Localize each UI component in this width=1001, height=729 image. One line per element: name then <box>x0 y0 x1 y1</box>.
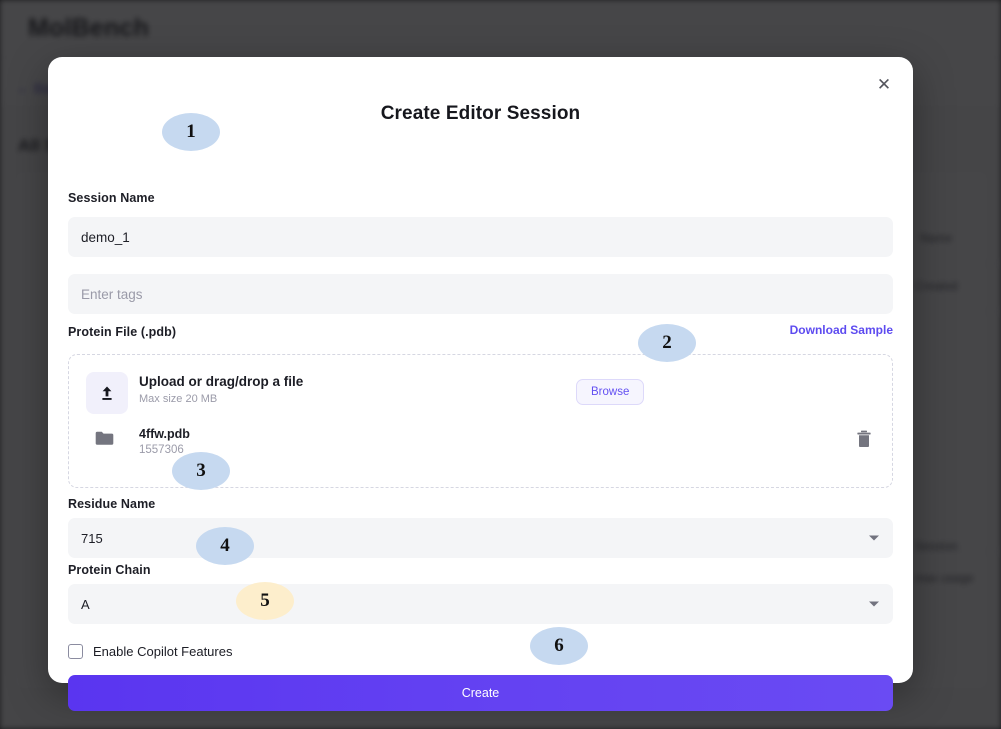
upload-subtitle: Max size 20 MB <box>139 393 218 405</box>
tags-input-wrap: Enter tags <box>68 274 893 314</box>
residue-name-label: Residue Name <box>68 497 156 511</box>
protein-chain-select-wrap: A <box>68 584 893 624</box>
create-button[interactable]: Create <box>68 675 893 711</box>
callout-badge-1: 1 <box>162 113 220 151</box>
enable-copilot-label: Enable Copilot Features <box>93 644 233 659</box>
callout-badge-2: 2 <box>638 324 696 362</box>
copilot-row-wrap: Enable Copilot Features <box>68 644 893 659</box>
session-name-input-wrap: demo_1 <box>68 217 893 257</box>
folder-icon <box>95 431 114 451</box>
upload-title: Upload or drag/drop a file <box>139 374 304 389</box>
chevron-down-icon <box>869 535 879 541</box>
callout-badge-4: 4 <box>196 527 254 565</box>
create-button-row: Create <box>68 675 893 711</box>
residue-name-select-wrap: 715 <box>68 518 893 558</box>
uploaded-file-name: 4ffw.pdb <box>139 427 190 441</box>
browse-button[interactable]: Browse <box>576 379 645 405</box>
protein-file-header: Protein File (.pdb) Download Sample <box>68 323 893 341</box>
download-sample-link[interactable]: Download Sample <box>790 323 893 337</box>
upload-icon <box>86 372 128 414</box>
callout-badge-6: 6 <box>530 627 588 665</box>
session-name-input[interactable]: demo_1 <box>68 217 893 257</box>
protein-chain-value: A <box>81 596 90 612</box>
protein-chain-select[interactable]: A <box>68 584 893 624</box>
protein-file-label: Protein File (.pdb) <box>68 325 177 339</box>
close-icon[interactable]: ✕ <box>871 71 897 97</box>
enable-copilot-checkbox[interactable] <box>68 644 83 659</box>
residue-name-label-wrap: Residue Name <box>68 497 893 511</box>
chevron-down-icon <box>869 601 879 607</box>
callout-badge-3: 3 <box>172 452 230 490</box>
tags-input[interactable]: Enter tags <box>68 274 893 314</box>
session-name-field-group: Session Name <box>68 191 893 205</box>
residue-name-value: 715 <box>81 530 103 546</box>
protein-chain-label: Protein Chain <box>68 563 151 577</box>
residue-name-select[interactable]: 715 <box>68 518 893 558</box>
protein-chain-label-wrap: Protein Chain <box>68 563 893 577</box>
trash-icon[interactable] <box>853 429 875 451</box>
uploaded-file-size: 1557306 <box>139 444 184 456</box>
create-editor-session-dialog: ✕ Create Editor Session Session Name dem… <box>48 57 913 711</box>
copilot-checkbox-row[interactable]: Enable Copilot Features <box>68 644 893 659</box>
session-name-label: Session Name <box>68 191 155 205</box>
callout-badge-5: 5 <box>236 582 294 620</box>
